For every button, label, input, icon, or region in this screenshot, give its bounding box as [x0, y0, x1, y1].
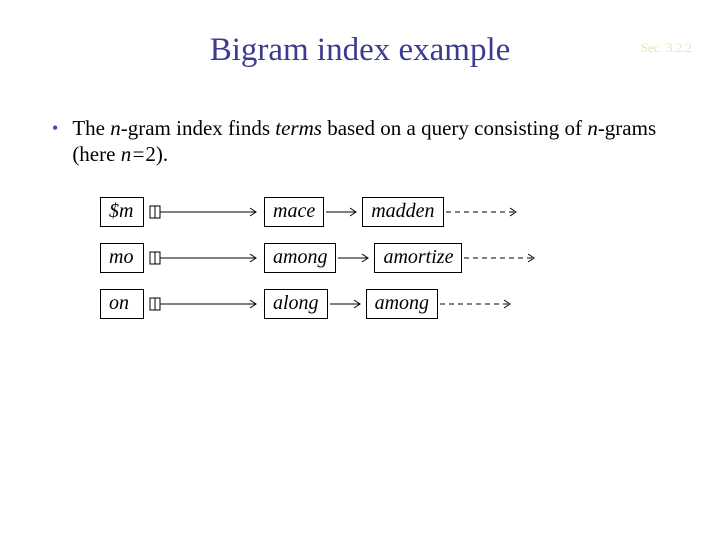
chain-row: $m mace madden [100, 195, 720, 229]
term-box: among [366, 289, 438, 319]
bullet-icon: • [52, 117, 58, 139]
bullet-text: The n-gram index finds terms based on a … [72, 115, 680, 167]
term-box: among [264, 243, 336, 273]
bt-m4: 2). [145, 142, 168, 166]
bigram-key: mo [100, 243, 144, 273]
term-box: amortize [374, 243, 462, 273]
bt-i2: terms [275, 116, 322, 140]
bt-m1: -gram index finds [121, 116, 276, 140]
arrow-icon [336, 246, 374, 270]
dashed-arrow-icon [462, 246, 542, 270]
dashed-arrow-icon [438, 292, 518, 316]
arrow-icon [144, 200, 264, 224]
bigram-key: $m [100, 197, 144, 227]
arrow-icon [324, 200, 362, 224]
bt-i3: n [587, 116, 598, 140]
dashed-arrow-icon [444, 200, 524, 224]
term-box: madden [362, 197, 443, 227]
bt-pre: The [72, 116, 110, 140]
chain-row: on along among [100, 287, 720, 321]
bt-m2: based on a query consisting of [322, 116, 587, 140]
bullet-block: • The n-gram index finds terms based on … [52, 115, 680, 167]
arrow-icon [144, 292, 264, 316]
arrow-icon [144, 246, 264, 270]
posting-list-diagram: $m mace madden mo [100, 195, 720, 321]
bt-i1: n [110, 116, 121, 140]
section-ref: Sec. 3.2.2 [641, 40, 692, 56]
term-box: mace [264, 197, 324, 227]
page-title: Bigram index example [0, 32, 720, 69]
arrow-icon [328, 292, 366, 316]
bigram-key: on [100, 289, 144, 319]
chain-row: mo among amortize [100, 241, 720, 275]
term-box: along [264, 289, 328, 319]
bt-i4: n= [121, 142, 146, 166]
